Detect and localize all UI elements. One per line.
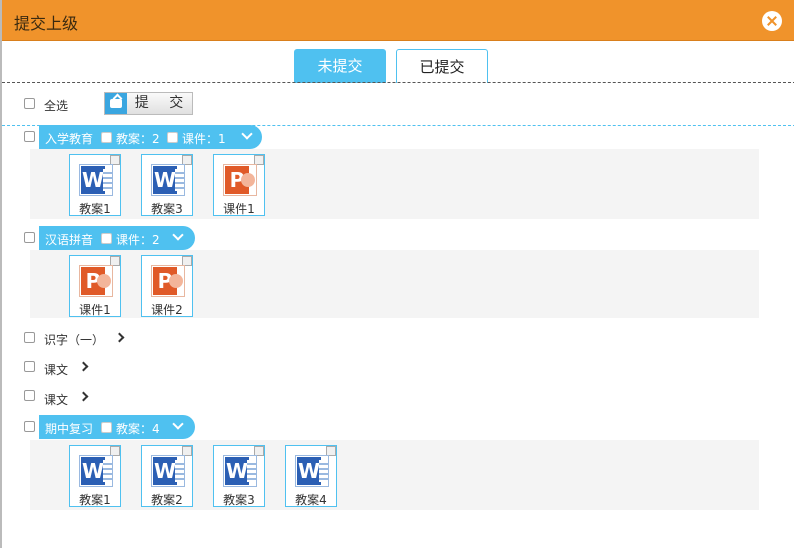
submit-button-label: 提 交: [134, 95, 192, 111]
chevron-right-icon[interactable]: [78, 391, 89, 402]
category-checkbox[interactable]: [24, 232, 35, 243]
file-name: 教案1: [79, 493, 111, 507]
close-icon[interactable]: [762, 11, 782, 31]
lesson-plan-checkbox[interactable]: [101, 132, 112, 143]
file-name: 教案3: [151, 202, 183, 216]
tab-divider: [2, 82, 794, 83]
file-list: W 教案1 W 教案2 W 教案3 W 教案4: [30, 440, 759, 510]
select-all-checkbox[interactable]: [24, 98, 35, 109]
file-item[interactable]: W 教案3: [213, 445, 265, 507]
file-item[interactable]: W 教案1: [69, 154, 121, 216]
word-icon: W: [223, 455, 257, 487]
chevron-down-icon[interactable]: [172, 418, 184, 430]
courseware-count: 课件：1: [182, 132, 226, 146]
category-checkbox[interactable]: [24, 390, 35, 401]
word-icon: W: [79, 164, 113, 196]
category-label[interactable]: 识字（一）: [44, 331, 104, 348]
courseware-count: 课件：2: [116, 233, 160, 247]
courseware-checkbox[interactable]: [101, 233, 112, 244]
file-item[interactable]: W 教案3: [141, 154, 193, 216]
word-icon: W: [151, 164, 185, 196]
select-all-label: 全选: [44, 99, 69, 113]
file-name: 课件1: [79, 303, 111, 317]
submit-icon: [105, 93, 127, 114]
file-item[interactable]: P 课件2: [141, 255, 193, 317]
chevron-right-icon[interactable]: [78, 361, 89, 372]
file-item[interactable]: W 教案4: [285, 445, 337, 507]
word-icon: W: [295, 455, 329, 487]
category-label[interactable]: 课文: [44, 391, 68, 408]
category-label: 期中复习: [45, 422, 94, 436]
file-item[interactable]: P 课件1: [69, 255, 121, 317]
file-list: W 教案1 W 教案3 P 课件1: [30, 149, 759, 219]
category-checkbox[interactable]: [24, 131, 35, 142]
category-label[interactable]: 课文: [44, 361, 68, 378]
file-name: 教案1: [79, 202, 111, 216]
dialog: 提交上级 未提交 已提交 全选 提 交 入学教育 教案：2 课件：1 W 教案1…: [0, 0, 794, 548]
powerpoint-icon: P: [151, 265, 185, 297]
chevron-down-icon[interactable]: [241, 128, 253, 140]
file-item[interactable]: W 教案2: [141, 445, 193, 507]
tab-unsubmitted[interactable]: 未提交: [294, 49, 386, 83]
dialog-title: 提交上级: [14, 14, 79, 33]
file-name: 教案3: [223, 493, 255, 507]
file-name: 课件1: [223, 202, 255, 216]
lesson-plan-checkbox[interactable]: [101, 422, 112, 433]
lesson-plan-count: 教案：2: [116, 132, 160, 146]
chevron-right-icon[interactable]: [114, 332, 125, 343]
courseware-checkbox[interactable]: [167, 132, 178, 143]
category-header[interactable]: 汉语拼音 课件：2: [39, 226, 195, 250]
powerpoint-icon: P: [223, 164, 257, 196]
powerpoint-icon: P: [79, 265, 113, 297]
lesson-plan-count: 教案：4: [116, 422, 160, 436]
word-icon: W: [151, 455, 185, 487]
category-header[interactable]: 期中复习 教案：4: [39, 415, 195, 439]
category-checkbox[interactable]: [24, 332, 35, 343]
title-bar: 提交上级: [2, 0, 794, 41]
category-label: 汉语拼音: [45, 233, 94, 247]
chevron-down-icon[interactable]: [172, 229, 184, 241]
file-name: 课件2: [151, 303, 183, 317]
file-name: 教案2: [151, 493, 183, 507]
tab-submitted[interactable]: 已提交: [396, 49, 488, 83]
file-name: 教案4: [295, 493, 327, 507]
category-checkbox[interactable]: [24, 361, 35, 372]
category-checkbox[interactable]: [24, 421, 35, 432]
category-label: 入学教育: [45, 132, 94, 146]
file-item[interactable]: W 教案1: [69, 445, 121, 507]
submit-button[interactable]: 提 交: [104, 92, 193, 115]
category-header[interactable]: 入学教育 教案：2 课件：1: [39, 125, 262, 149]
file-item[interactable]: P 课件1: [213, 154, 265, 216]
file-list: P 课件1 P 课件2: [30, 250, 759, 318]
word-icon: W: [79, 455, 113, 487]
